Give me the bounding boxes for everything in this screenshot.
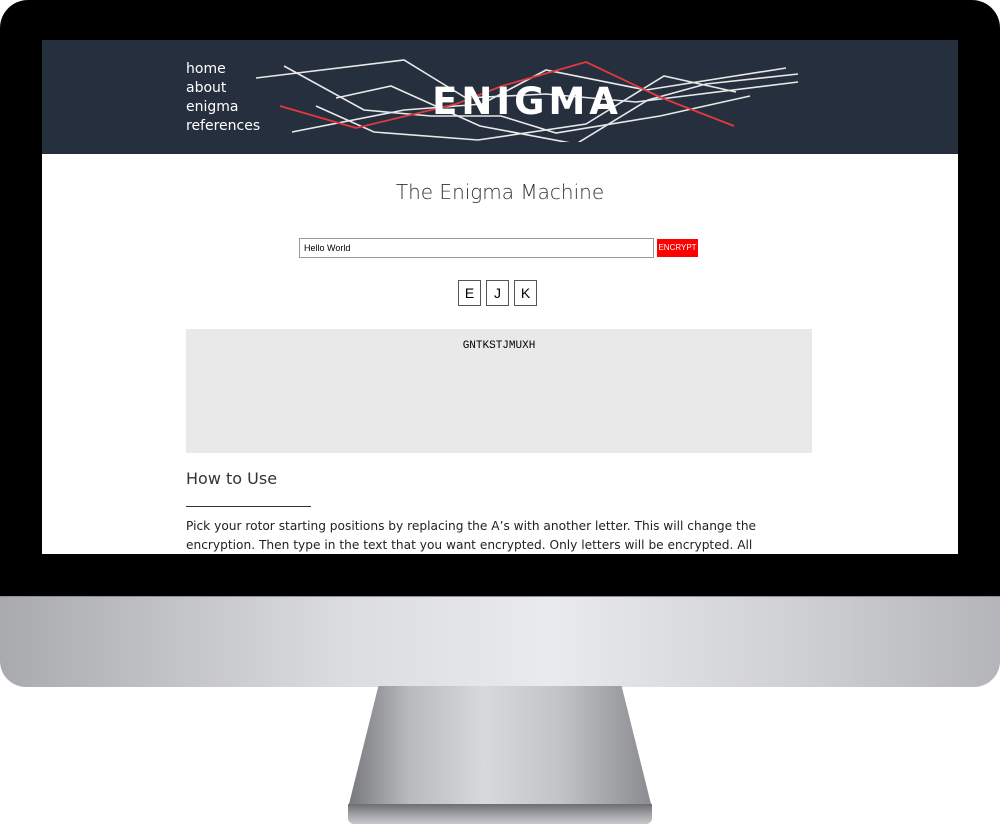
- rotor-inputs: [458, 280, 537, 306]
- monitor-chin: [0, 596, 1000, 687]
- how-to-use-text: Pick your rotor starting positions by re…: [186, 519, 757, 552]
- heading-divider: [186, 506, 311, 507]
- browser-viewport: home about enigma references ENIGMA The …: [42, 40, 958, 554]
- encrypt-button[interactable]: ENCRYPT: [657, 239, 698, 257]
- monitor-bezel: home about enigma references ENIGMA The …: [0, 0, 1000, 596]
- message-input[interactable]: [299, 238, 654, 258]
- rotor-input-1[interactable]: [458, 280, 481, 306]
- rotor-input-3[interactable]: [514, 280, 537, 306]
- page-title: The Enigma Machine: [395, 180, 605, 204]
- rotor-input-2[interactable]: [486, 280, 509, 306]
- main-nav: home about enigma references: [186, 60, 260, 136]
- nav-link-enigma[interactable]: enigma: [186, 98, 260, 117]
- nav-link-references[interactable]: references: [186, 117, 260, 136]
- how-to-use-heading: How to Use: [186, 469, 278, 488]
- enigma-logo: ENIGMA: [256, 59, 799, 142]
- monitor-stand-base: [348, 804, 652, 824]
- site-header: home about enigma references ENIGMA: [42, 40, 958, 154]
- encrypted-output: GNTKSTJMUXH: [462, 340, 536, 352]
- nav-link-about[interactable]: about: [186, 79, 260, 98]
- output-panel: GNTKSTJMUXH: [186, 329, 812, 453]
- logo-title: ENIGMA: [432, 80, 622, 123]
- nav-link-home[interactable]: home: [186, 60, 260, 79]
- monitor-stand: [348, 686, 652, 808]
- encrypt-form: ENCRYPT: [299, 238, 698, 258]
